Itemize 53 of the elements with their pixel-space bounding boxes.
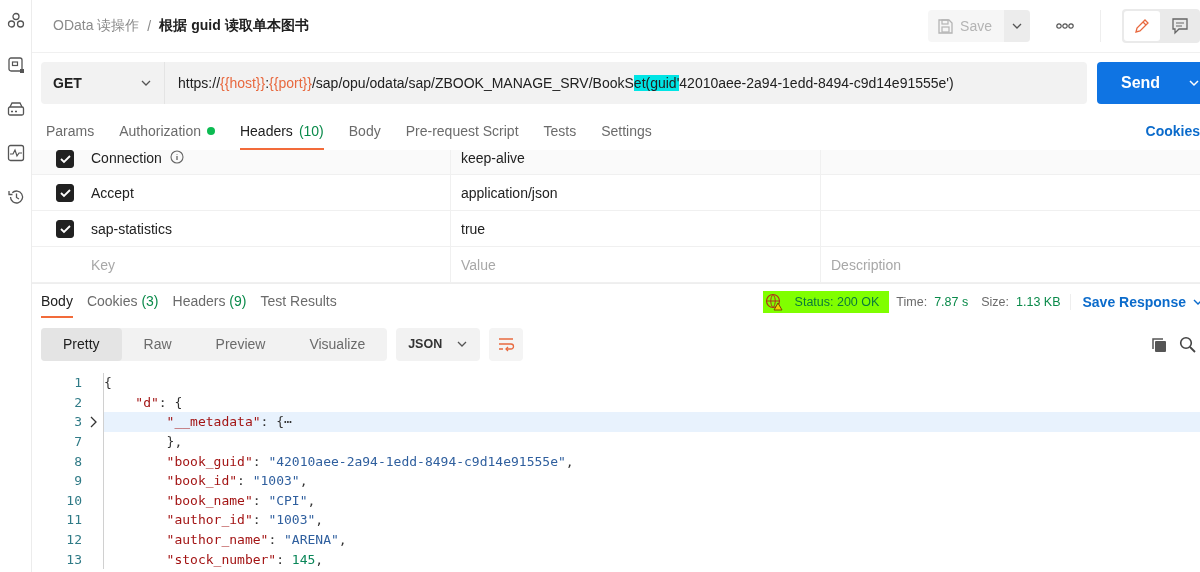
- line-number: 13: [65, 551, 82, 567]
- code-line: "book_id": "1003",: [165, 473, 308, 489]
- code-line: "book_guid": "42010aee-2a94-1edd-8494-c9d14e91555e",: [165, 453, 574, 469]
- method-dropdown[interactable]: GET: [41, 62, 165, 104]
- code-line: "d": {: [134, 394, 183, 410]
- header-key: sap-statistics: [91, 220, 172, 237]
- request-tab[interactable]: Authorization: [119, 123, 215, 150]
- time-value: 7.87 s: [934, 294, 969, 309]
- header-value: application/json: [461, 184, 558, 201]
- header-value: keep-alive: [461, 150, 525, 166]
- line-number: 12: [65, 532, 82, 548]
- line-number: 1: [73, 375, 82, 391]
- view-tab[interactable]: Visualize: [287, 327, 388, 361]
- response-tab[interactable]: Cookies (3): [86, 285, 159, 318]
- request-tab[interactable]: Body: [348, 123, 381, 150]
- line-number: 10: [65, 492, 82, 508]
- status-text: Status: 200 OK: [794, 294, 880, 309]
- line-number: 7: [73, 434, 82, 450]
- breadcrumb-separator: /: [147, 18, 152, 34]
- send-button[interactable]: Send: [1097, 62, 1200, 104]
- size-label: Size:: [981, 294, 1009, 309]
- line-number: 9: [73, 473, 82, 489]
- code-line: "__metadata": {⋯: [165, 414, 292, 430]
- request-title: 根据 guid 读取单本图书: [159, 17, 309, 35]
- header-key: Connection: [91, 150, 162, 166]
- request-tab[interactable]: Params: [46, 123, 95, 150]
- breadcrumb-link[interactable]: OData 读操作: [53, 17, 140, 35]
- line-number: 2: [73, 394, 82, 410]
- response-tab[interactable]: Test Results: [260, 285, 337, 318]
- time-label: Time:: [896, 294, 928, 309]
- request-tab[interactable]: Settings: [601, 123, 652, 150]
- header-value: true: [461, 220, 486, 237]
- size-value: 1.13 KB: [1016, 294, 1061, 309]
- code-line: "stock_number": 145,: [165, 551, 324, 567]
- save-response-button[interactable]: Save Response: [1069, 293, 1200, 310]
- request-tab[interactable]: Tests: [543, 123, 577, 150]
- code-line: "author_id": "1003",: [165, 512, 324, 528]
- line-number: 3: [73, 414, 82, 430]
- code-line: "book_name": "CPI",: [165, 492, 316, 508]
- line-number: 11: [65, 512, 82, 528]
- header-key: Accept: [91, 184, 134, 201]
- code-line: "author_name": "ARENA",: [165, 532, 347, 548]
- format-dropdown[interactable]: JSON: [396, 327, 481, 361]
- code-line: {: [104, 375, 112, 391]
- request-tab[interactable]: Pre-request Script: [405, 123, 519, 150]
- view-tab[interactable]: Pretty: [41, 327, 122, 361]
- view-tab[interactable]: Preview: [193, 327, 288, 361]
- response-tab[interactable]: Body: [41, 285, 73, 318]
- cookies-link[interactable]: Cookies: [1145, 123, 1200, 150]
- line-number: 8: [73, 453, 82, 469]
- view-tab[interactable]: Raw: [121, 327, 194, 361]
- code-line: },: [165, 434, 183, 450]
- response-tab[interactable]: Headers (9): [172, 285, 247, 318]
